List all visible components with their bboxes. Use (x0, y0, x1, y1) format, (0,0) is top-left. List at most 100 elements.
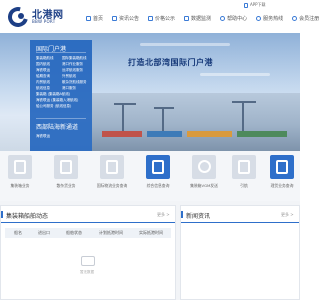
clipboard-icon (270, 155, 294, 179)
service-label: 散杂货业务 (56, 183, 76, 188)
service-label: 引航 (240, 183, 248, 188)
nav-item-monitor[interactable]: 数据监测 (184, 12, 211, 24)
ship-icon (54, 155, 78, 179)
icon-glyph (60, 160, 72, 174)
vessel-dynamics-card: 集装箱船舶动态 更多 > 船名 进出口 船舶状态 计划抵港时间 实际抵港时间 暂… (0, 205, 176, 300)
side-link[interactable]: 船公司服务 (航线信息) (36, 104, 88, 109)
crane-arm (232, 101, 256, 103)
icon-glyph (198, 160, 211, 173)
nav-item-register[interactable]: 会员注册 (292, 12, 319, 24)
container-stack (102, 131, 142, 137)
table-header: 船名 进出口 船舶状态 计划抵港时间 实际抵港时间 (5, 228, 171, 238)
nav-item-price[interactable]: 价格公示 (148, 12, 175, 24)
app-download-link[interactable]: APP下载 (244, 2, 266, 8)
side-panel-title-2: 西部陆海新通道 (36, 124, 79, 131)
card-accent (1, 211, 3, 218)
card-title: 新闻资讯 (186, 213, 211, 220)
banner-title: 打造北部湾国际门户港 (128, 58, 213, 67)
crane (242, 103, 244, 131)
icon-glyph (238, 160, 250, 174)
icon-glyph (152, 160, 164, 174)
service-info[interactable]: 综合信息查询 (138, 155, 178, 189)
side-link[interactable]: 散杂货航线服务 (62, 80, 88, 85)
more-link[interactable]: 更多 > (281, 212, 294, 218)
service-label: 理货业务查询 (270, 183, 294, 188)
column-header: 船名 (14, 230, 22, 235)
side-link[interactable]: 海铁联运 (36, 68, 62, 73)
service-label: 集装箱业务 (10, 183, 30, 188)
nav-item-label: 价格公示 (155, 15, 176, 22)
lower-section: 集装箱船舶动态 更多 > 船名 进出口 船舶状态 计划抵港时间 实际抵港时间 暂… (0, 201, 300, 300)
side-link[interactable]: 海铁联运 (集装箱入港航线) (36, 98, 88, 103)
side-link[interactable]: 远洋航线服务 (62, 68, 88, 73)
side-link[interactable]: 外贸航线 (62, 74, 88, 79)
more-link[interactable]: 更多 > (157, 212, 170, 218)
sky-streak (200, 73, 270, 76)
crane-arm (154, 107, 174, 109)
side-link[interactable]: 国际集装箱航线 (62, 56, 88, 61)
nav-item-label: 资讯公告 (119, 15, 140, 22)
phone-icon (244, 2, 248, 8)
service-container[interactable]: 集装箱业务 (0, 155, 40, 189)
port-illustration (92, 93, 300, 151)
search-icon (192, 155, 216, 179)
news-card: 新闻资讯 更多 > (180, 205, 300, 300)
service-pilot[interactable]: 引航 (224, 155, 264, 189)
nav-item-home[interactable]: 首页 (86, 12, 103, 24)
monitor-icon (184, 15, 190, 21)
home-icon (86, 15, 91, 21)
side-link[interactable]: 航线信息 (36, 86, 62, 91)
divider (181, 222, 299, 223)
side-link[interactable]: 内贸航线 (36, 80, 62, 85)
divider (36, 118, 86, 119)
anchor-icon (232, 155, 256, 179)
logo-dot (18, 13, 24, 19)
crane-arm (114, 103, 136, 105)
price-icon (148, 15, 154, 21)
icon-glyph (106, 160, 118, 174)
help-icon (220, 15, 226, 21)
nav-item-label: 帮助中心 (227, 15, 248, 22)
side-link[interactable]: 海铁联运 (36, 134, 50, 139)
side-link[interactable]: 港口服务 (62, 86, 88, 91)
crane (162, 109, 164, 131)
side-link[interactable]: 集装箱航线 (36, 56, 62, 61)
site-header: 北港网 BBW PORT APP下载 首页 资讯公告 价格公示 数据监测 帮助中… (0, 0, 319, 33)
main-nav: 首页 资讯公告 价格公示 数据监测 帮助中心 服务热线 会员注册 (86, 12, 319, 24)
service-shortcuts: 集装箱业务 散杂货业务 国际物流业务查询 综合信息查询 集装箱VGM发送 引航 … (0, 151, 300, 201)
side-panel-links: 集装箱航线 国际集装箱航线 国内航线 港口作业服务 海铁联运 远洋航线服务 船期查询外… (36, 55, 88, 109)
card-accent (181, 211, 183, 218)
nav-item-help[interactable]: 帮助中心 (220, 12, 247, 24)
column-header: 计划抵港时间 (99, 230, 123, 235)
side-link[interactable]: 集装箱 (集装箱A航线) (36, 92, 88, 97)
nav-item-label: 数据监测 (191, 15, 212, 22)
container-stack (187, 131, 232, 137)
divider (1, 222, 175, 223)
card-title: 集装箱船舶动态 (6, 213, 49, 220)
user-icon (292, 15, 298, 21)
service-label: 集装箱VGM发送 (190, 183, 218, 188)
document-icon (146, 155, 170, 179)
service-logistics[interactable]: 国际物流业务查询 (92, 155, 132, 189)
service-label: 综合信息查询 (146, 183, 170, 188)
empty-state-text: 暂无数据 (80, 270, 94, 274)
service-tally[interactable]: 理货业务查询 (262, 155, 302, 189)
nav-item-news[interactable]: 资讯公告 (112, 12, 139, 24)
nav-item-label: 会员注册 (299, 15, 320, 22)
column-header: 船舶状态 (66, 230, 82, 235)
logo-subtext: BBW PORT (32, 19, 56, 24)
service-vgm[interactable]: 集装箱VGM发送 (184, 155, 224, 189)
empty-state-icon (81, 256, 95, 266)
service-label: 国际物流业务查询 (96, 183, 128, 188)
nav-item-hotline[interactable]: 服务热线 (256, 12, 283, 24)
side-link[interactable]: 港口作业服务 (62, 62, 88, 67)
crane (122, 105, 124, 131)
site-logo[interactable]: 北港网 BBW PORT (4, 3, 68, 31)
side-link[interactable]: 国内航线 (36, 62, 62, 67)
column-header: 进出口 (38, 230, 50, 235)
container-stack (147, 131, 182, 137)
side-link[interactable]: 船期查询 (36, 74, 62, 79)
service-bulk[interactable]: 散杂货业务 (46, 155, 86, 189)
app-download-label: APP下载 (250, 2, 266, 7)
column-header: 实际抵港时间 (139, 230, 163, 235)
